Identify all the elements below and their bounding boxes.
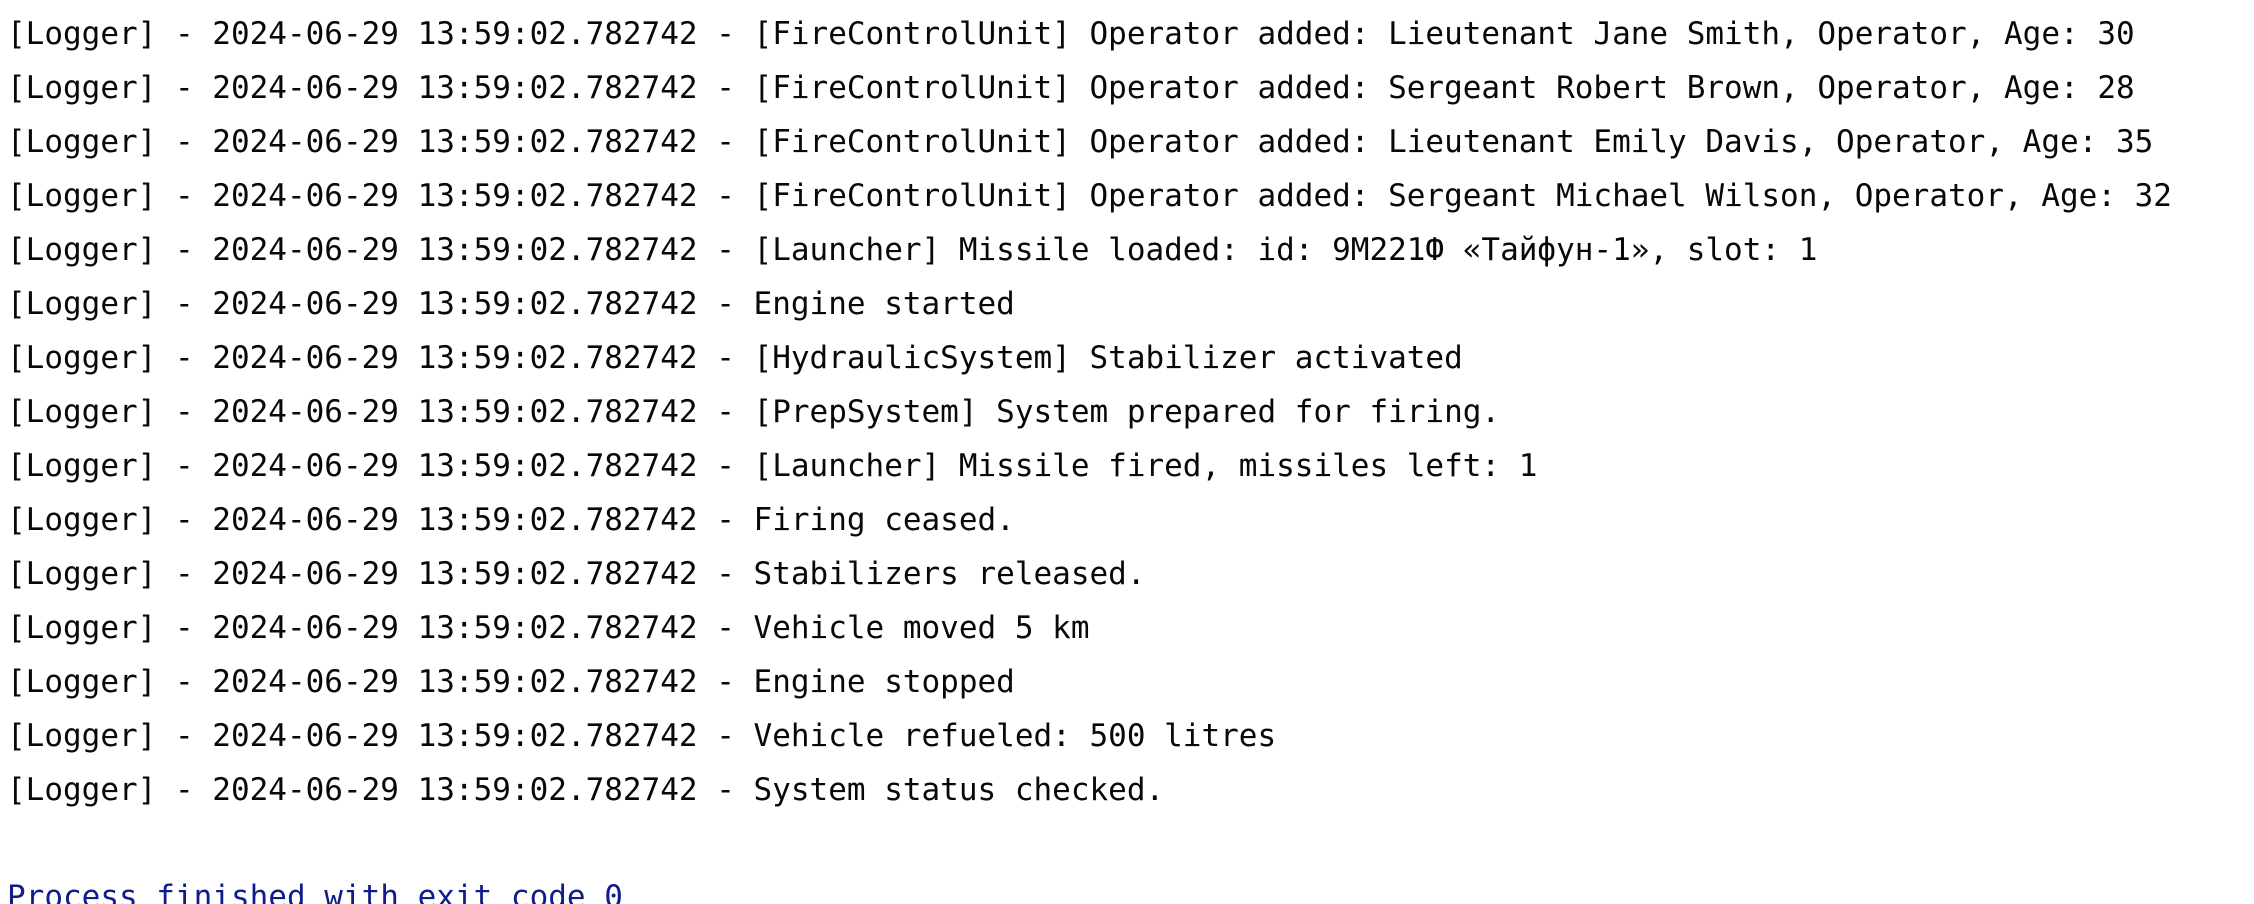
log-lines: [Logger] - 2024-06-29 13:59:02.782742 - … <box>7 12 2172 822</box>
log-line: [Logger] - 2024-06-29 13:59:02.782742 - … <box>7 340 1463 376</box>
log-line: [Logger] - 2024-06-29 13:59:02.782742 - … <box>7 448 1538 484</box>
log-line: [Logger] - 2024-06-29 13:59:02.782742 - … <box>7 16 2135 52</box>
log-line: [Logger] - 2024-06-29 13:59:02.782742 - … <box>7 232 1818 268</box>
log-line: [Logger] - 2024-06-29 13:59:02.782742 - … <box>7 556 1146 592</box>
log-line: [Logger] - 2024-06-29 13:59:02.782742 - … <box>7 124 2154 160</box>
log-line: [Logger] - 2024-06-29 13:59:02.782742 - … <box>7 718 1277 754</box>
log-line: [Logger] - 2024-06-29 13:59:02.782742 - … <box>7 610 1090 646</box>
log-line: [Logger] - 2024-06-29 13:59:02.782742 - … <box>7 394 1501 430</box>
log-line: [Logger] - 2024-06-29 13:59:02.782742 - … <box>7 286 1015 322</box>
process-exit-message: Process finished with exit code 0 <box>7 879 623 904</box>
log-line: [Logger] - 2024-06-29 13:59:02.782742 - … <box>7 772 1165 808</box>
log-line: [Logger] - 2024-06-29 13:59:02.782742 - … <box>7 502 1015 538</box>
console-output: [Logger] - 2024-06-29 13:59:02.782742 - … <box>0 0 2254 904</box>
log-line: [Logger] - 2024-06-29 13:59:02.782742 - … <box>7 664 1015 700</box>
log-line: [Logger] - 2024-06-29 13:59:02.782742 - … <box>7 178 2172 214</box>
log-line: [Logger] - 2024-06-29 13:59:02.782742 - … <box>7 70 2135 106</box>
